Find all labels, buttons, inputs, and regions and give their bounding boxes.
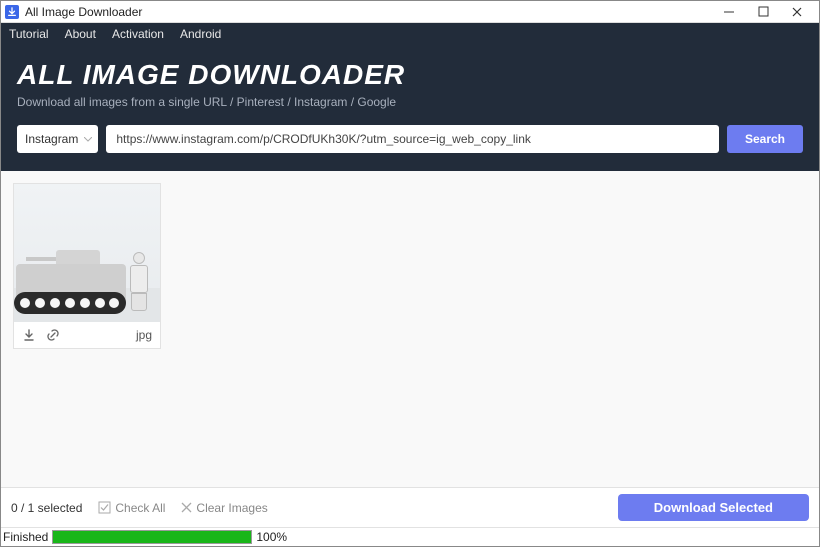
app-title: ALL IMAGE DOWNLOADER bbox=[17, 59, 803, 91]
results-grid: jpg bbox=[1, 171, 819, 487]
checkbox-icon bbox=[98, 501, 111, 514]
thumbnail-footer: jpg bbox=[14, 322, 160, 348]
download-selected-button[interactable]: Download Selected bbox=[618, 494, 809, 521]
check-all-button[interactable]: Check All bbox=[98, 501, 165, 515]
minimize-button[interactable] bbox=[721, 4, 737, 20]
window-title: All Image Downloader bbox=[25, 5, 721, 19]
app-icon bbox=[5, 5, 19, 19]
result-item[interactable]: jpg bbox=[13, 183, 161, 349]
link-icon[interactable] bbox=[46, 328, 60, 342]
menu-about[interactable]: About bbox=[65, 27, 96, 41]
header: ALL IMAGE DOWNLOADER Download all images… bbox=[1, 45, 819, 171]
download-icon[interactable] bbox=[22, 328, 36, 342]
search-button[interactable]: Search bbox=[727, 125, 803, 153]
clear-images-button[interactable]: Clear Images bbox=[181, 501, 267, 515]
check-all-label: Check All bbox=[115, 501, 165, 515]
progress-bar bbox=[52, 530, 252, 544]
progress-fill bbox=[53, 531, 251, 543]
source-select[interactable]: Instagram bbox=[17, 125, 98, 153]
clear-images-label: Clear Images bbox=[196, 501, 267, 515]
maximize-button[interactable] bbox=[755, 4, 771, 20]
search-row: Instagram Search bbox=[17, 125, 803, 153]
x-icon bbox=[181, 502, 192, 513]
app-subtitle: Download all images from a single URL / … bbox=[17, 95, 803, 109]
status-bar: Finished 100% bbox=[1, 527, 819, 546]
bottom-toolbar: 0 / 1 selected Check All Clear Images Do… bbox=[1, 487, 819, 527]
url-input[interactable] bbox=[106, 125, 719, 153]
close-button[interactable] bbox=[789, 4, 805, 20]
chevron-down-icon bbox=[84, 134, 92, 145]
window-controls bbox=[721, 4, 815, 20]
thumbnail-image bbox=[14, 184, 160, 322]
file-extension: jpg bbox=[136, 328, 152, 342]
titlebar: All Image Downloader bbox=[1, 1, 819, 23]
progress-percent: 100% bbox=[256, 530, 287, 544]
menu-android[interactable]: Android bbox=[180, 27, 221, 41]
menu-tutorial[interactable]: Tutorial bbox=[9, 27, 49, 41]
menubar: Tutorial About Activation Android bbox=[1, 23, 819, 45]
menu-activation[interactable]: Activation bbox=[112, 27, 164, 41]
selection-count: 0 / 1 selected bbox=[11, 501, 82, 515]
status-label: Finished bbox=[3, 530, 48, 544]
source-select-label: Instagram bbox=[25, 132, 78, 146]
